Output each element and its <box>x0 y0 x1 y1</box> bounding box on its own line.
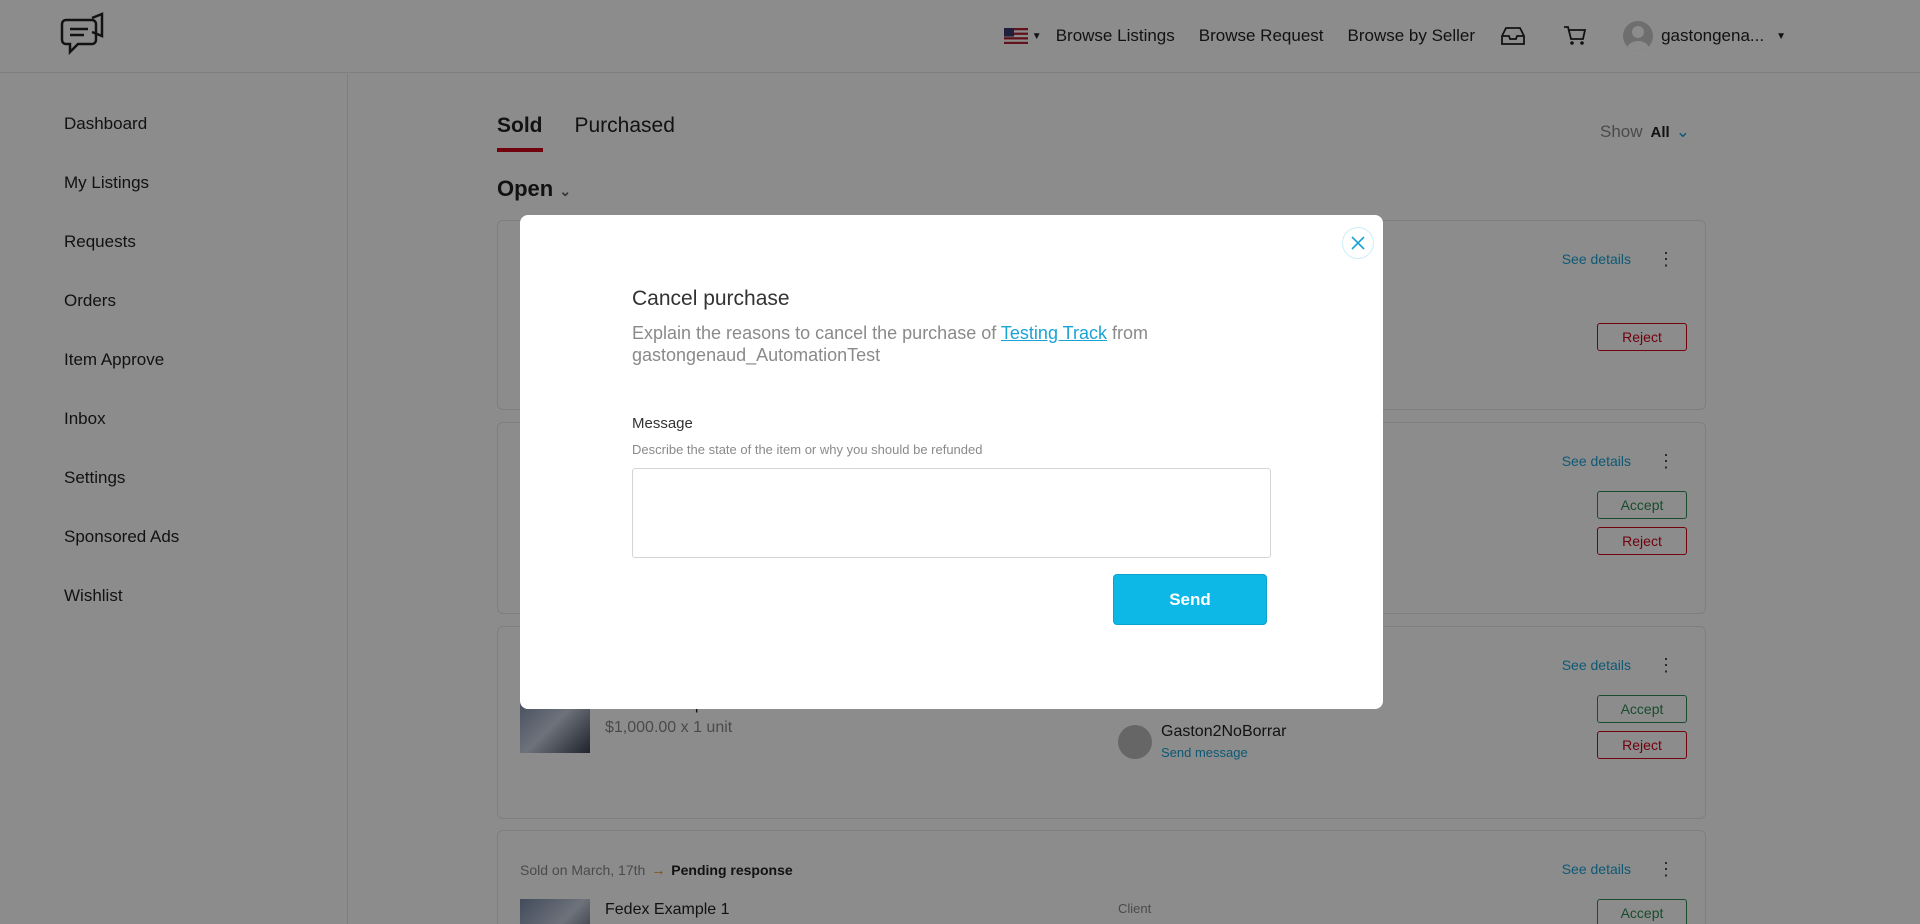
close-icon <box>1351 236 1365 250</box>
message-textarea[interactable] <box>632 468 1271 558</box>
modal-title: Cancel purchase <box>632 287 790 310</box>
message-label: Message <box>632 415 693 432</box>
cancel-purchase-modal: Cancel purchase Explain the reasons to c… <box>520 215 1383 709</box>
send-button[interactable]: Send <box>1113 574 1267 625</box>
close-button[interactable] <box>1342 227 1374 259</box>
modal-description: Explain the reasons to cancel the purcha… <box>632 322 1272 366</box>
desc-prefix: Explain the reasons to cancel the purcha… <box>632 323 997 343</box>
message-help-text: Describe the state of the item or why yo… <box>632 442 983 457</box>
item-link[interactable]: Testing Track <box>1001 323 1107 343</box>
